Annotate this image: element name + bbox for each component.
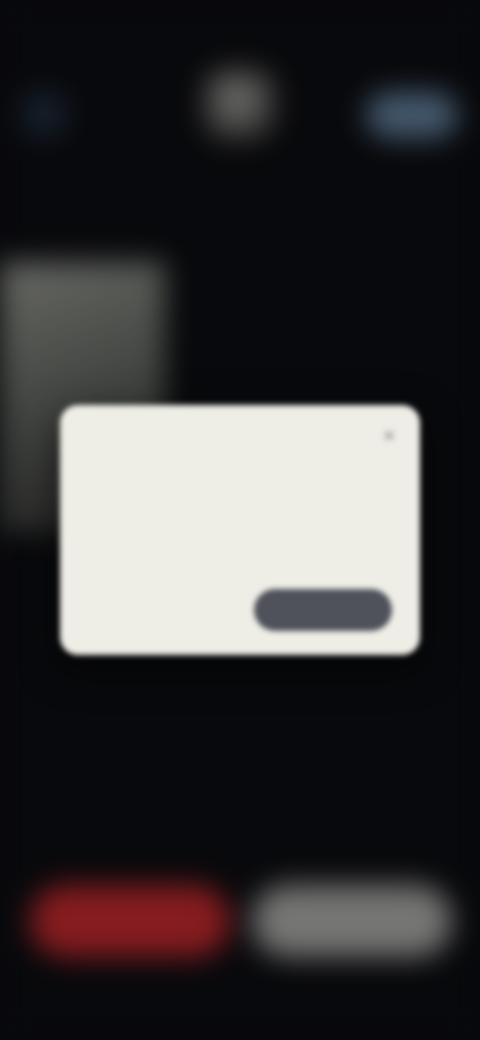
dialog-primary-button[interactable] [254,589,392,631]
close-icon[interactable]: × [376,423,402,449]
modal-dialog: × [60,405,420,655]
